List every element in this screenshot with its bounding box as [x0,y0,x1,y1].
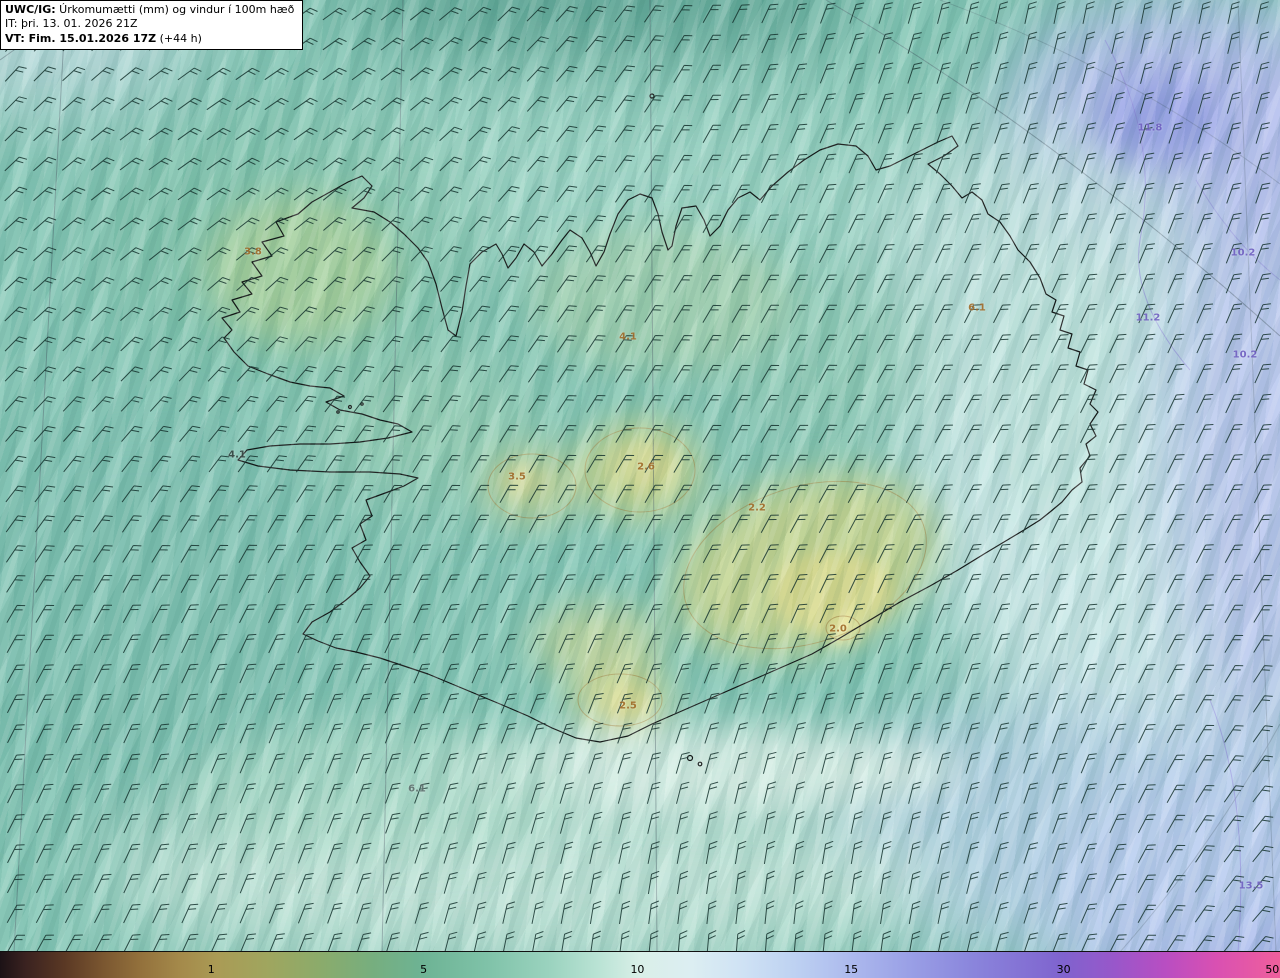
colorbar-tick: 1 [207,963,215,976]
colorbar-tick: 50 [1265,963,1280,976]
init-time: IT: þri. 13. 01. 2026 21Z [5,17,138,31]
title-box: UWC/IG: Úrkomumætti (mm) og vindur í 100… [0,0,304,50]
colorbar-tick: 10 [630,963,645,976]
valid-time: VT: Fim. 15.01.2026 17Z [5,31,157,45]
model-label: UWC/IG: [5,3,56,16]
wind-barbs-layer [4,1,1274,952]
colorbar-tick: 15 [844,963,859,976]
weather-map: 3.8 4.1 6.1 11.8 10.2 11.2 10.2 4.1 3.5 2.6 2.2 2.0… [0,0,1280,952]
map-title: Úrkomumætti (mm) og vindur í 100m hæð [55,3,295,16]
valid-time-line: VT: Fim. 15.01.2026 17Z (+44 h) [5,32,294,46]
colorbar-tick: 5 [420,963,428,976]
map-title-line: UWC/IG: Úrkomumætti (mm) og vindur í 100… [5,3,294,17]
valid-offset: (+44 h) [156,31,202,45]
colorbar-tick: 30 [1056,963,1071,976]
colorbar: 1 5 10 15 30 50 [0,951,1280,978]
wind-barbs [4,1,1274,952]
colorbar-ticks: 1 5 10 15 30 50 [0,952,1280,978]
